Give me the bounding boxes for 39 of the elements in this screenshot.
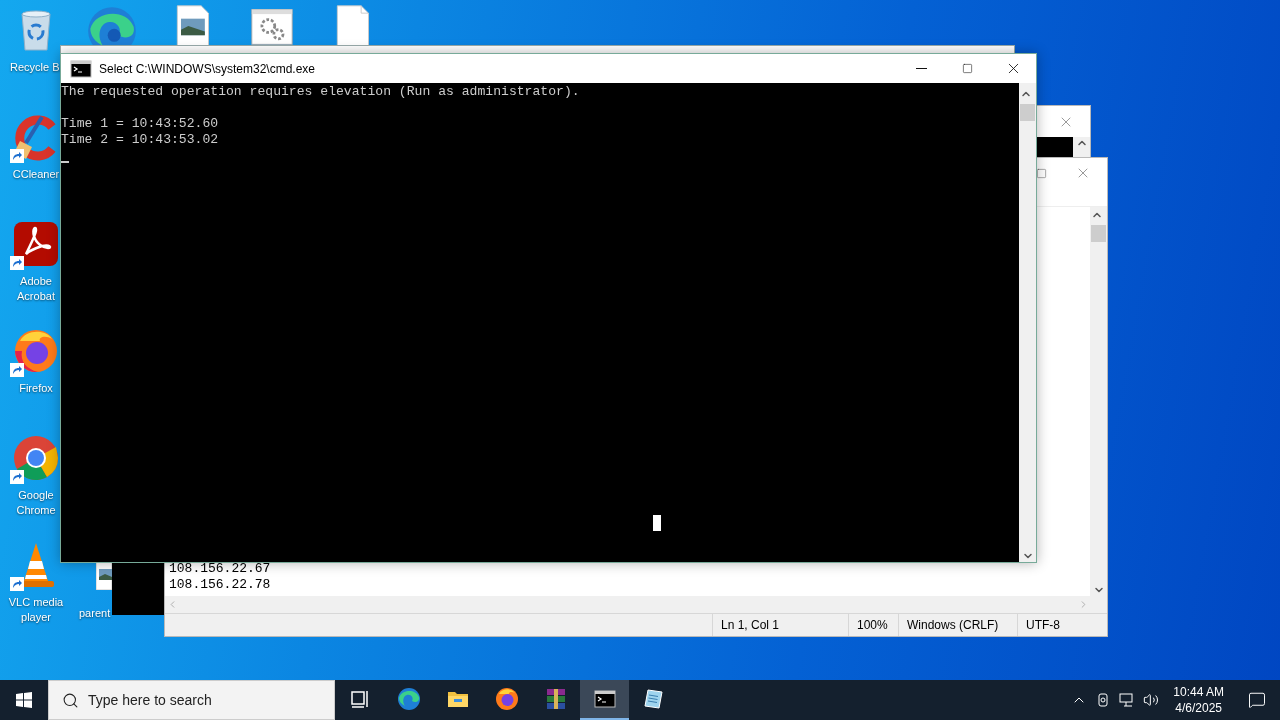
minimize-icon: [915, 68, 927, 69]
taskbar-app-button[interactable]: [580, 680, 629, 720]
vertical-scrollbar[interactable]: [1090, 207, 1107, 596]
desktop-icon-label[interactable]: Recycle Bi: [10, 60, 62, 75]
desktop-icon-label[interactable]: CCleaner: [12, 167, 60, 182]
pdf-app-icon: [12, 220, 60, 268]
windows-logo-icon: [16, 692, 32, 708]
browser-icon: [494, 687, 519, 711]
scroll-thumb[interactable]: [1091, 225, 1106, 242]
chat-bubble-icon: [1248, 691, 1266, 709]
text-cursor: [61, 161, 69, 163]
browser-icon: [396, 687, 421, 711]
search-icon: [62, 692, 79, 709]
desktop-icon-label[interactable]: Firefox: [19, 381, 53, 396]
console-line: Time 2 = 10:43:53.02: [61, 132, 219, 148]
status-text: 100%: [848, 614, 898, 636]
desktop-icon-label[interactable]: Adobe Acrobat: [8, 274, 64, 304]
block-cursor: [653, 515, 661, 531]
text-line: 108.156.22.78: [169, 577, 272, 593]
browser-icon: [12, 434, 60, 482]
desktop-icon-label[interactable]: VLC media player: [8, 595, 64, 625]
browser-icon: [12, 327, 60, 375]
status-text: UTF-8: [1017, 614, 1107, 636]
console-line: Time 1 = 10:43:52.60: [61, 116, 219, 132]
vertical-scrollbar[interactable]: [1019, 83, 1036, 562]
maximize-icon[interactable]: [1036, 167, 1047, 179]
terminal-icon: [592, 687, 617, 711]
search-field[interactable]: Type here to search: [48, 680, 335, 720]
desktop-icon-label[interactable]: Google Chrome: [8, 488, 64, 518]
text-line: 108.156.22.67: [169, 561, 272, 577]
desktop-icon-label[interactable]: parent: [79, 606, 111, 621]
notepad-icon: [641, 687, 666, 711]
window-title: Select C:\WINDOWS\system32\cmd.exe: [99, 61, 317, 76]
clock[interactable]: 10:44 AM 4/6/2025: [1163, 684, 1234, 716]
status-text: Windows (CRLF): [898, 614, 1017, 636]
status-text: Ln 1, Col 1: [712, 614, 848, 636]
scroll-thumb[interactable]: [1020, 104, 1035, 121]
maximize-icon: [961, 63, 973, 74]
console-line: The requested operation requires elevation (Run as administrator).: [61, 84, 580, 100]
